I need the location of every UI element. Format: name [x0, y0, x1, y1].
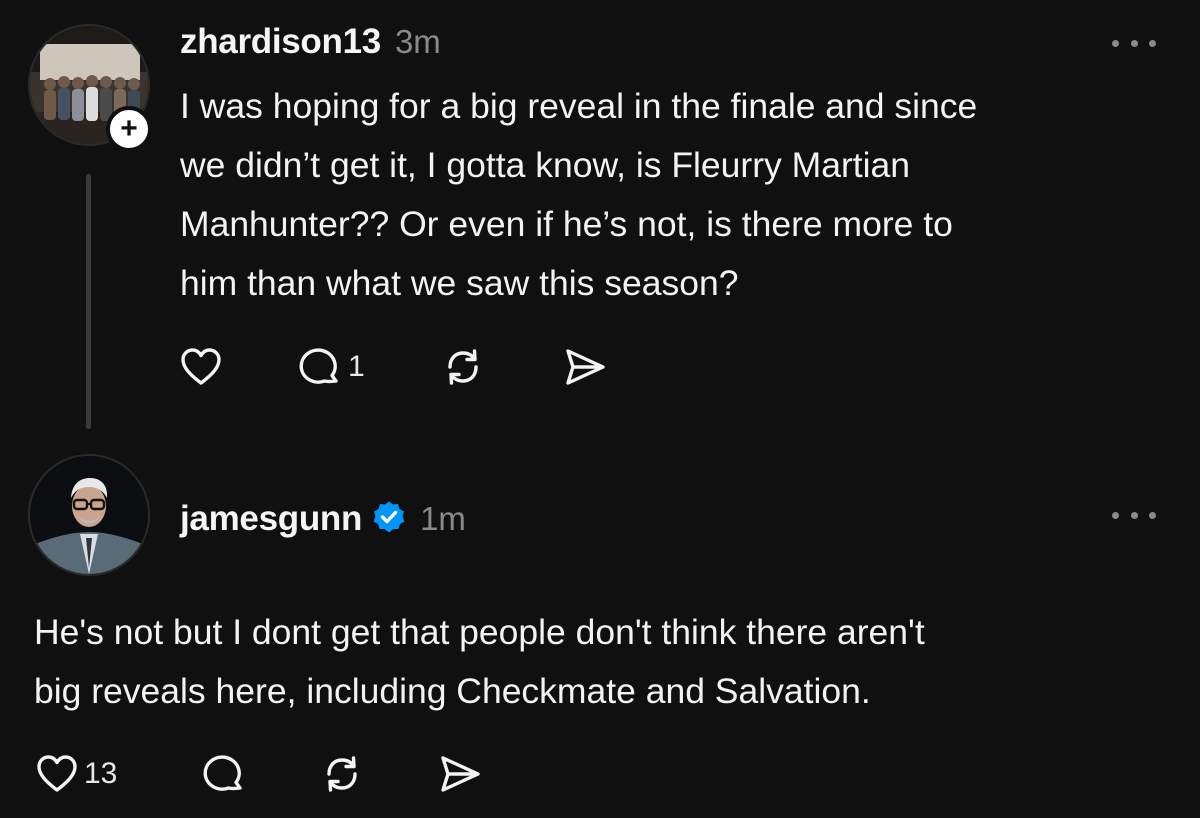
- repost-icon: [448, 349, 478, 385]
- heart-icon: [181, 348, 221, 385]
- dot: [1149, 511, 1156, 519]
- share-button[interactable]: [563, 346, 607, 388]
- comment-icon: [203, 755, 242, 791]
- timestamp: 3m: [394, 23, 441, 60]
- follow-button[interactable]: +: [106, 106, 152, 152]
- username[interactable]: jamesgunn: [180, 499, 362, 539]
- dot: [1112, 511, 1119, 519]
- more-options-icon[interactable]: [1112, 508, 1156, 522]
- post-actions: 1: [180, 346, 607, 388]
- post-text-line: I was hoping for a big reveal in the fin…: [180, 86, 978, 126]
- post-zhardison13: + zhardison13 3m I was hoping for a big …: [0, 0, 1200, 440]
- profile-photo-image: [30, 456, 148, 574]
- post-text-line: Manhunter?? Or even if he’s not, is ther…: [180, 204, 953, 244]
- like-button[interactable]: [180, 347, 298, 387]
- post-text: He's not but I dont get that people don'…: [34, 603, 925, 721]
- post-header: jamesgunn 1m: [180, 496, 466, 539]
- repost-button[interactable]: [320, 753, 438, 795]
- repost-icon: [327, 756, 357, 792]
- post-text-line: He's not but I dont get that people don'…: [34, 612, 925, 652]
- post-text-line: big reveals here, including Checkmate an…: [34, 671, 871, 711]
- share-icon: [441, 756, 480, 792]
- timestamp: 1m: [420, 500, 466, 537]
- like-button[interactable]: 13: [36, 754, 202, 794]
- post-text-line: him than what we saw this season?: [180, 263, 739, 303]
- comment-icon: [299, 348, 338, 384]
- dot: [1112, 39, 1119, 47]
- post-text: I was hoping for a big reveal in the fin…: [180, 77, 977, 313]
- post-text-line: we didn’t get it, I gotta know, is Fleur…: [180, 145, 911, 185]
- repost-button[interactable]: [441, 346, 563, 388]
- verified-badge-icon: [372, 500, 406, 539]
- thread-connector-line: [86, 174, 91, 429]
- dot: [1149, 39, 1156, 47]
- post-jamesgunn: jamesgunn 1m He's not but I dont get tha…: [0, 440, 1200, 818]
- username[interactable]: zhardison13: [180, 22, 381, 62]
- reply-button[interactable]: [202, 753, 320, 795]
- dot: [1130, 39, 1138, 47]
- reply-count: 1: [348, 350, 365, 383]
- post-actions: 13: [36, 753, 482, 795]
- dot: [1130, 511, 1138, 519]
- share-button[interactable]: [438, 753, 482, 795]
- like-count: 13: [84, 757, 118, 790]
- heart-icon: [37, 755, 77, 792]
- reply-button[interactable]: 1: [298, 346, 441, 388]
- avatar-jamesgunn[interactable]: [28, 454, 150, 576]
- more-options-icon[interactable]: [1112, 36, 1156, 50]
- share-icon: [566, 349, 605, 385]
- post-header: zhardison13 3m: [180, 22, 441, 62]
